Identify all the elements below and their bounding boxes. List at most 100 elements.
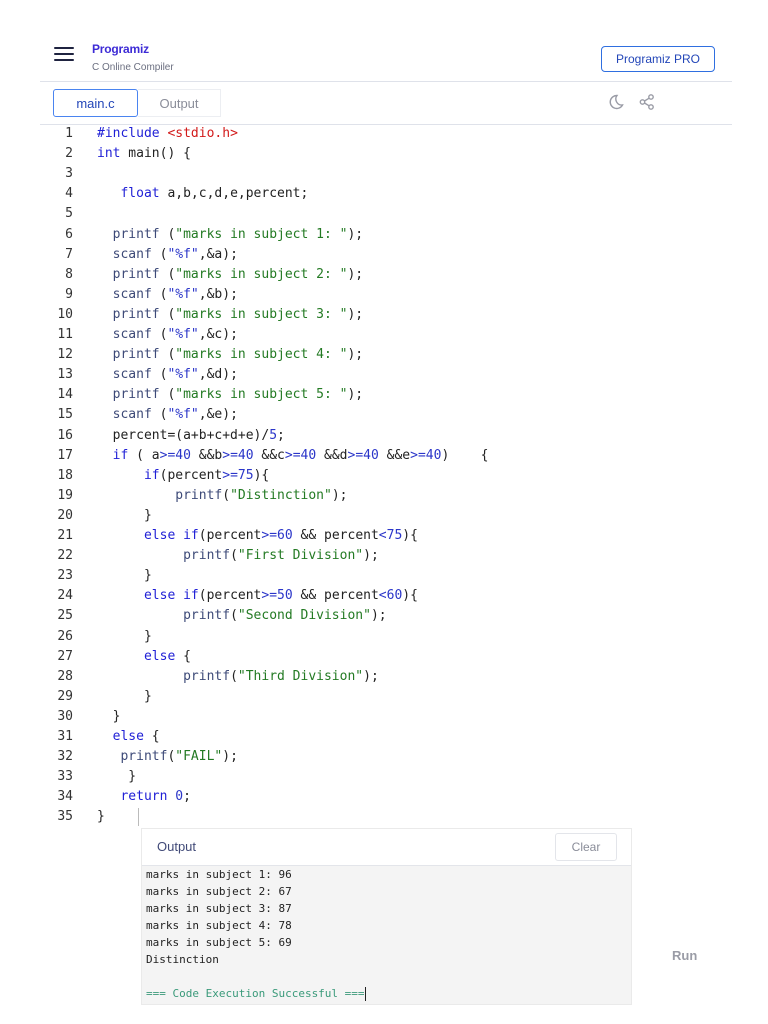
code-token: { [175, 648, 191, 664]
line-source: printf("FAIL"); [97, 747, 238, 767]
code-token: (percent [198, 528, 262, 543]
line-number: 11 [57, 327, 73, 342]
output-line: marks in subject 1: 96 [146, 868, 292, 881]
code-token: <stdio.h> [167, 126, 238, 141]
menu-icon[interactable] [54, 47, 74, 63]
code-token: ); [222, 749, 238, 765]
code-token: } [97, 708, 121, 724]
code-token: (percent [198, 588, 262, 604]
code-token: if [112, 447, 129, 463]
line-number: 24 [57, 588, 73, 604]
line-source: scanf ("%f",&a); [97, 245, 238, 265]
line-number: 29 [57, 688, 73, 704]
code-token: && percent [292, 528, 379, 543]
code-token: &&c [253, 447, 285, 463]
console-caret [364, 987, 366, 1001]
code-token: percent=(a+b+c+d+e)/ [97, 427, 270, 443]
line-source: printf("Third Division"); [97, 667, 379, 687]
clear-button[interactable]: Clear [555, 833, 617, 861]
code-token: 5 [269, 427, 278, 443]
output-line: Distinction [146, 953, 219, 966]
code-token: >=40 [222, 447, 254, 463]
line-source: } [97, 687, 152, 707]
code-token: ){ [402, 528, 418, 543]
programiz-pro-button[interactable]: Programiz PRO [601, 46, 715, 72]
code-token: ( [230, 668, 238, 684]
tab-output[interactable]: Output [138, 89, 221, 117]
line-source: } [97, 707, 121, 727]
code-token: <75 [378, 528, 403, 543]
code-token: ,&c); [198, 327, 238, 342]
line-number: 6 [65, 226, 73, 242]
programiz-logo[interactable]: Programiz [92, 42, 149, 56]
code-token: scanf [112, 327, 152, 342]
code-token: ( [151, 407, 168, 423]
line-source: float a,b,c,d,e,percent; [97, 184, 308, 204]
code-token: scanf [112, 286, 152, 302]
code-token: <60 [378, 588, 403, 604]
code-token: ( [230, 548, 238, 564]
code-token: "First Division" [237, 548, 364, 564]
code-token: "%f" [167, 327, 199, 342]
line-source: } [97, 506, 152, 526]
code-token: &&e [378, 447, 411, 463]
line-source: printf ("marks in subject 5: "); [97, 385, 363, 405]
code-token: && percent [292, 588, 379, 604]
line-source: scanf ("%f",&b); [97, 285, 238, 305]
code-token: >=50 [261, 588, 293, 604]
line-number: 23 [57, 568, 73, 584]
line-number: 1 [65, 126, 73, 141]
output-line: marks in subject 4: 78 [146, 919, 292, 932]
code-token: } [97, 628, 152, 644]
tab-main-c[interactable]: main.c [53, 89, 138, 117]
code-token: printf [112, 387, 160, 403]
code-token: ( [159, 306, 176, 322]
code-token: ( [151, 246, 168, 262]
line-source: percent=(a+b+c+d+e)/5; [97, 426, 285, 446]
code-token: ,&b); [198, 286, 238, 302]
execution-status: === Code Execution Successful === [146, 987, 365, 1000]
line-source: } [97, 767, 136, 787]
code-token: } [97, 568, 152, 584]
line-number: 4 [65, 186, 73, 202]
line-source: printf ("marks in subject 3: "); [97, 305, 363, 325]
code-token: ); [347, 347, 364, 363]
code-token: if [183, 588, 199, 604]
share-icon[interactable] [638, 93, 656, 111]
moon-icon[interactable] [607, 93, 625, 111]
code-token: float [120, 186, 160, 202]
code-token: a,b,c,d,e,percent; [159, 186, 309, 202]
line-source: scanf ("%f",&c); [97, 325, 238, 345]
code-token: ; [277, 427, 285, 443]
code-token: scanf [112, 367, 152, 383]
line-number: 31 [57, 729, 73, 744]
code-token: scanf [112, 407, 152, 423]
line-source: printf("Distinction"); [97, 486, 347, 506]
output-line: marks in subject 5: 69 [146, 936, 292, 949]
run-button[interactable]: Run [672, 948, 697, 963]
code-token: ); [347, 226, 364, 242]
code-token: "Distinction" [230, 487, 332, 503]
line-number: 20 [57, 507, 73, 523]
editor-cursor [138, 808, 139, 826]
code-token: else [143, 588, 176, 604]
code-token: ); [363, 668, 379, 684]
code-token: printf [112, 347, 160, 363]
code-token: ); [347, 266, 364, 282]
code-token: printf [183, 668, 231, 684]
code-token: "%f" [167, 246, 199, 262]
line-number: 10 [57, 306, 73, 322]
output-line: marks in subject 2: 67 [146, 885, 292, 898]
header-divider [40, 81, 732, 82]
